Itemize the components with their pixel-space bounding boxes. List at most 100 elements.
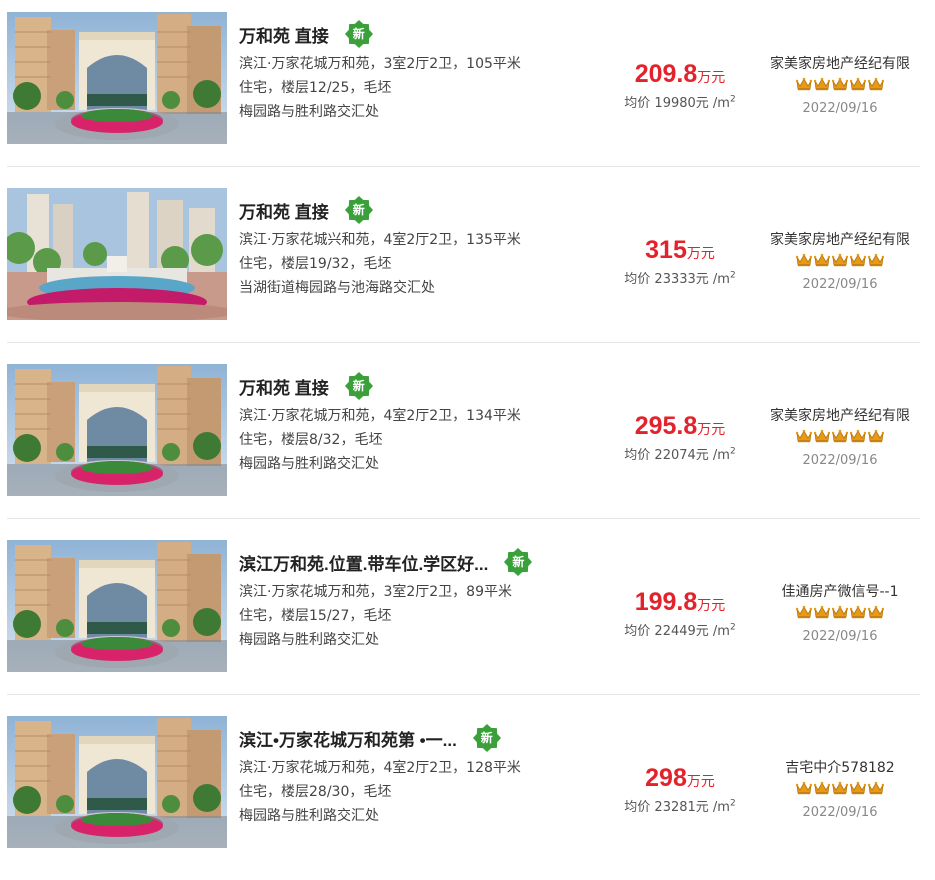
crown-icon bbox=[868, 77, 884, 91]
new-badge-label: 新 bbox=[352, 379, 365, 393]
new-badge-icon: 新 bbox=[344, 20, 373, 48]
unit-price-superscript: 2 bbox=[729, 798, 736, 809]
listing-line1: 滨江·万家花城万和苑，4室2厅2卫，128平米 bbox=[239, 760, 521, 776]
new-badge-label: 新 bbox=[512, 555, 525, 569]
listing-row[interactable]: 万和苑 直接 新滨江·万家花城兴和苑，4室2厅2卫，135平米 住宅，楼层19/32… bbox=[0, 176, 935, 352]
crown-icon bbox=[814, 253, 830, 267]
listing-date: 2022/09/16 bbox=[802, 277, 878, 292]
crown-icon bbox=[814, 605, 830, 619]
listing-line2: 住宅，楼层8/32，毛坯 bbox=[239, 432, 383, 448]
price-value: 209.8 bbox=[634, 60, 698, 88]
listing-line3: 梅园路与胜利路交汇处 bbox=[239, 456, 379, 472]
price-unit: 万元 bbox=[686, 246, 715, 262]
crown-icon bbox=[796, 77, 812, 91]
crown-icon bbox=[796, 253, 812, 267]
crown-icon bbox=[850, 605, 866, 619]
crown-icon bbox=[868, 429, 884, 443]
listing-line2: 住宅，楼层28/30，毛坯 bbox=[239, 784, 392, 800]
unit-price: 均价 19980元 /m2 bbox=[600, 92, 760, 111]
listing-title[interactable]: 滨江•万家花城万和苑第 •一... bbox=[239, 726, 457, 751]
row-divider bbox=[7, 342, 920, 343]
listing-line1: 滨江·万家花城万和苑，4室2厅2卫，134平米 bbox=[239, 408, 521, 424]
row-divider bbox=[7, 166, 920, 167]
crown-icon bbox=[814, 77, 830, 91]
new-badge-label: 新 bbox=[480, 731, 493, 745]
price-value: 298 bbox=[645, 764, 687, 792]
agent-rating bbox=[750, 781, 930, 795]
fountain-photo[interactable] bbox=[7, 188, 227, 320]
crown-icon bbox=[832, 77, 848, 91]
listing-line1: 滨江·万家花城兴和苑，4室2厅2卫，135平米 bbox=[239, 232, 521, 248]
new-badge-label: 新 bbox=[352, 203, 365, 217]
agent-rating bbox=[750, 77, 930, 91]
crown-icon bbox=[868, 781, 884, 795]
listing-row[interactable]: 万和苑 直接 新滨江·万家花城万和苑，3室2厅2卫，105平米 住宅，楼层12/25… bbox=[0, 0, 935, 176]
crown-icon bbox=[832, 253, 848, 267]
agent-name[interactable]: 家美家房地产经纪有限 bbox=[750, 53, 930, 73]
unit-price-superscript: 2 bbox=[729, 446, 736, 457]
agent-rating bbox=[750, 429, 930, 443]
price-value: 315 bbox=[645, 236, 687, 264]
crown-icon bbox=[832, 605, 848, 619]
price-unit: 万元 bbox=[697, 70, 726, 86]
listing-row[interactable]: 万和苑 直接 新滨江·万家花城万和苑，4室2厅2卫，134平米 住宅，楼层8/32，… bbox=[0, 352, 935, 528]
new-badge-icon: 新 bbox=[472, 724, 501, 752]
listing-line2: 住宅，楼层19/32，毛坯 bbox=[239, 256, 392, 272]
crown-icon bbox=[850, 781, 866, 795]
listing-date: 2022/09/16 bbox=[802, 805, 878, 820]
unit-price-text: 均价 22449元 /m bbox=[624, 624, 730, 639]
crown-icon bbox=[868, 605, 884, 619]
listing-list: 万和苑 直接新滨江·万家花城万和苑，3室2厅2卫，105平米 住宅，楼层12/25… bbox=[0, 0, 935, 848]
agent-name[interactable]: 家美家房地产经纪有限 bbox=[750, 229, 930, 249]
listing-line1: 滨江·万家花城万和苑，3室2厅2卫，105平米 bbox=[239, 56, 521, 72]
unit-price-superscript: 2 bbox=[729, 94, 736, 105]
total-price: 295.8万元 bbox=[600, 412, 760, 441]
listing-row[interactable]: 滨江•万家花城万和苑第 •一... 新滨江·万家花城万和苑，4室2厅2卫，128平… bbox=[0, 704, 935, 880]
listing-title-wrap: 万和苑 直接 新 bbox=[239, 20, 373, 48]
agent-rating bbox=[750, 605, 930, 619]
listing-line3: 梅园路与胜利路交汇处 bbox=[239, 808, 379, 824]
complex-gate-photo[interactable] bbox=[7, 716, 227, 848]
listing-title-wrap: 滨江万和苑.位置.带车位.学区好... 新 bbox=[239, 548, 533, 576]
listing-date: 2022/09/16 bbox=[802, 629, 878, 644]
complex-gate-photo[interactable] bbox=[7, 364, 227, 496]
price-value: 199.8 bbox=[634, 588, 698, 616]
price-unit: 万元 bbox=[697, 598, 726, 614]
complex-gate-photo[interactable] bbox=[7, 12, 227, 144]
crown-icon bbox=[832, 429, 848, 443]
listing-title[interactable]: 万和苑 直接 bbox=[239, 198, 329, 223]
listing-title-wrap: 滨江•万家花城万和苑第 •一... 新 bbox=[239, 724, 501, 752]
unit-price-text: 均价 23333元 /m bbox=[624, 272, 730, 287]
unit-price: 均价 23281元 /m2 bbox=[600, 796, 760, 815]
unit-price-superscript: 2 bbox=[729, 622, 736, 633]
agent-name[interactable]: 佳通房产微信号--1 bbox=[750, 581, 930, 601]
crown-icon bbox=[850, 253, 866, 267]
agent-name[interactable]: 吉宅中介578182 bbox=[750, 757, 930, 777]
crown-icon bbox=[868, 253, 884, 267]
listing-row[interactable]: 滨江万和苑.位置.带车位.学区好... 新滨江·万家花城万和苑，3室2厅2卫，89… bbox=[0, 528, 935, 704]
listing-title-wrap: 万和苑 直接 新 bbox=[239, 372, 373, 400]
listing-line3: 当湖街道梅园路与池海路交汇处 bbox=[239, 280, 435, 296]
listing-title[interactable]: 万和苑 直接 bbox=[239, 374, 329, 399]
crown-icon bbox=[814, 781, 830, 795]
total-price: 209.8万元 bbox=[600, 60, 760, 89]
listing-title[interactable]: 万和苑 直接 bbox=[239, 22, 329, 47]
listing-title-wrap: 万和苑 直接 新 bbox=[239, 196, 373, 224]
row-divider bbox=[7, 518, 920, 519]
agent-rating bbox=[750, 253, 930, 267]
listing-line2: 住宅，楼层15/27，毛坯 bbox=[239, 608, 392, 624]
price-value: 295.8 bbox=[634, 412, 698, 440]
complex-gate-photo[interactable] bbox=[7, 540, 227, 672]
crown-icon bbox=[832, 781, 848, 795]
crown-icon bbox=[796, 781, 812, 795]
crown-icon bbox=[796, 429, 812, 443]
new-badge-icon: 新 bbox=[504, 548, 533, 576]
crown-icon bbox=[796, 605, 812, 619]
price-unit: 万元 bbox=[686, 774, 715, 790]
agent-name[interactable]: 家美家房地产经纪有限 bbox=[750, 405, 930, 425]
unit-price: 均价 23333元 /m2 bbox=[600, 268, 760, 287]
total-price: 199.8万元 bbox=[600, 588, 760, 617]
crown-icon bbox=[850, 77, 866, 91]
listing-date: 2022/09/16 bbox=[802, 101, 878, 116]
listing-title[interactable]: 滨江万和苑.位置.带车位.学区好... bbox=[239, 550, 488, 575]
